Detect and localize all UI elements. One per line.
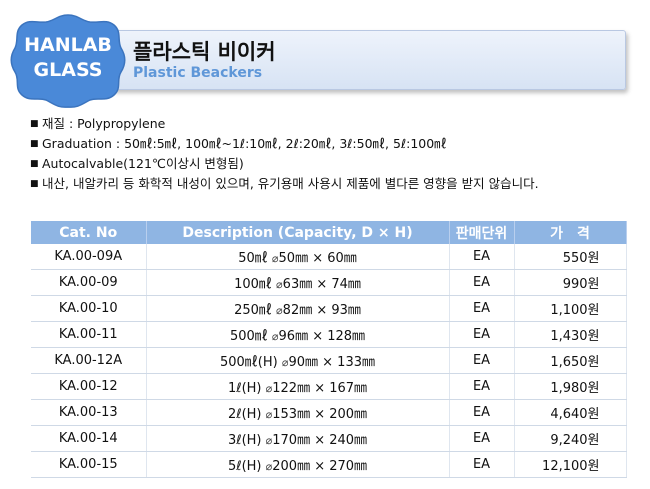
cell-unit: EA [449, 321, 515, 348]
cell-description: 50㎖ ⌀50㎜ × 60㎜ [146, 244, 450, 270]
dimensions: 170㎜ × 240㎜ [272, 433, 368, 448]
header-cat-no: Cat. No [31, 221, 147, 244]
cell-price: 1,430원 [514, 321, 627, 348]
table-row: KA.00-13 2ℓ(H) ⌀153㎜ × 200㎜ EA 4,640원 [31, 399, 627, 426]
table-row: KA.00-10 250㎖ ⌀82㎜ × 93㎜ EA 1,100원 [31, 295, 627, 322]
cell-price: 4,640원 [514, 399, 627, 426]
logo-line2: GLASS [33, 59, 103, 81]
spec-item-resistance: ■ 내산, 내알카리 등 화학적 내성이 있으며, 유기용매 사용시 제품에 별… [30, 174, 638, 194]
cell-price: 990원 [514, 269, 627, 296]
cell-description: 500㎖ ⌀96㎜ × 128㎜ [146, 321, 450, 348]
table-row: KA.00-09A 50㎖ ⌀50㎜ × 60㎜ EA 550원 [31, 244, 627, 270]
cell-description: 1ℓ(H) ⌀122㎜ × 167㎜ [146, 373, 450, 400]
header-unit: 판매단위 [449, 221, 515, 244]
cell-price: 1,100원 [514, 295, 627, 322]
dimensions: 90㎜ × 133㎜ [288, 355, 375, 370]
cell-unit: EA [449, 373, 515, 400]
spec-text: Autocalvable(121℃이상시 변형됨) [42, 156, 244, 171]
table-row: KA.00-09 100㎖ ⌀63㎜ × 74㎜ EA 990원 [31, 269, 627, 296]
diameter-symbol-icon: ⌀ [276, 278, 283, 291]
spec-item-autoclave: ■ Autocalvable(121℃이상시 변형됨) [30, 154, 638, 174]
cell-description: 3ℓ(H) ⌀170㎜ × 240㎜ [146, 425, 450, 452]
diameter-symbol-icon: ⌀ [271, 330, 279, 343]
capacity: 5ℓ(H) [227, 459, 262, 474]
diameter-symbol-icon: ⌀ [271, 252, 279, 265]
cell-unit: EA [449, 347, 515, 374]
capacity: 50㎖ [238, 251, 268, 266]
logo-line1: HANLAB [24, 34, 112, 56]
bullet-square-icon: ■ [30, 139, 39, 149]
cell-cat-no: KA.00-09 [31, 269, 147, 296]
cell-cat-no: KA.00-15 [31, 451, 147, 478]
cell-cat-no: KA.00-14 [31, 425, 147, 452]
table-row: KA.00-15 5ℓ(H) ⌀200㎜ × 270㎜ EA 12,100원 [31, 451, 627, 478]
table-row: KA.00-14 3ℓ(H) ⌀170㎜ × 240㎜ EA 9,240원 [31, 425, 627, 452]
product-table: Cat. No Description (Capacity, D × H) 판매… [31, 221, 627, 478]
cell-price: 550원 [514, 244, 627, 270]
capacity: 3ℓ(H) [227, 433, 262, 448]
dimensions: 96㎜ × 128㎜ [278, 329, 366, 344]
table-row: KA.00-11 500㎖ ⌀96㎜ × 128㎜ EA 1,430원 [31, 321, 627, 348]
capacity: 500㎖(H) [219, 355, 278, 370]
dimensions: 153㎜ × 200㎜ [272, 407, 368, 422]
dimensions: 82㎜ × 93㎜ [282, 303, 361, 318]
cell-price: 12,100원 [514, 451, 627, 478]
capacity: 500㎖ [229, 329, 268, 344]
spec-text: 재질 : Polypropylene [42, 116, 166, 131]
dimensions: 63㎜ × 74㎜ [282, 277, 361, 292]
capacity: 2ℓ(H) [227, 407, 262, 422]
page-title: 플라스틱 비이커 [133, 40, 276, 64]
spec-text: 내산, 내알카리 등 화학적 내성이 있으며, 유기용매 사용시 제품에 별다른… [42, 176, 539, 191]
cell-cat-no: KA.00-13 [31, 399, 147, 426]
table-row: KA.00-12 1ℓ(H) ⌀122㎜ × 167㎜ EA 1,980원 [31, 373, 627, 400]
page-subtitle: Plastic Beackers [133, 65, 263, 81]
cell-unit: EA [449, 451, 515, 478]
header-price: 가 격 [514, 221, 627, 244]
dimensions: 50㎜ × 60㎜ [278, 251, 357, 266]
dimensions: 200㎜ × 270㎜ [272, 459, 368, 474]
cell-unit: EA [449, 269, 515, 296]
bullet-square-icon: ■ [30, 159, 39, 169]
table-row: KA.00-12A 500㎖(H) ⌀90㎜ × 133㎜ EA 1,650원 [31, 347, 627, 374]
capacity: 100㎖ [234, 277, 272, 292]
diameter-symbol-icon: ⌀ [276, 304, 283, 317]
table-header-row: Cat. No Description (Capacity, D × H) 판매… [31, 221, 627, 244]
cell-unit: EA [449, 244, 515, 270]
logo-text: HANLAB GLASS [8, 33, 128, 83]
cell-unit: EA [449, 425, 515, 452]
spec-item-material: ■ 재질 : Polypropylene [30, 114, 638, 134]
cell-description: 100㎖ ⌀63㎜ × 74㎜ [146, 269, 450, 296]
cell-price: 9,240원 [514, 425, 627, 452]
cell-price: 1,650원 [514, 347, 627, 374]
capacity: 1ℓ(H) [227, 381, 262, 396]
bullet-square-icon: ■ [30, 179, 39, 189]
bullet-square-icon: ■ [30, 119, 39, 129]
cell-cat-no: KA.00-09A [31, 244, 147, 270]
cell-cat-no: KA.00-12 [31, 373, 147, 400]
spec-list: ■ 재질 : Polypropylene ■ Graduation : 50㎖:… [30, 114, 638, 194]
cell-description: 250㎖ ⌀82㎜ × 93㎜ [146, 295, 450, 322]
cell-unit: EA [449, 399, 515, 426]
dimensions: 122㎜ × 167㎜ [272, 381, 368, 396]
spec-text: Graduation : 50㎖:5㎖, 100㎖~1ℓ:10㎖, 2ℓ:20㎖… [42, 136, 447, 151]
cell-cat-no: KA.00-12A [31, 347, 147, 374]
cell-unit: EA [449, 295, 515, 322]
spec-item-graduation: ■ Graduation : 50㎖:5㎖, 100㎖~1ℓ:10㎖, 2ℓ:2… [30, 134, 638, 154]
cell-description: 2ℓ(H) ⌀153㎜ × 200㎜ [146, 399, 450, 426]
cell-cat-no: KA.00-10 [31, 295, 147, 322]
cell-description: 500㎖(H) ⌀90㎜ × 133㎜ [146, 347, 450, 374]
header-description: Description (Capacity, D × H) [146, 221, 450, 244]
cell-price: 1,980원 [514, 373, 627, 400]
cell-cat-no: KA.00-11 [31, 321, 147, 348]
cell-description: 5ℓ(H) ⌀200㎜ × 270㎜ [146, 451, 450, 478]
capacity: 250㎖ [234, 303, 272, 318]
